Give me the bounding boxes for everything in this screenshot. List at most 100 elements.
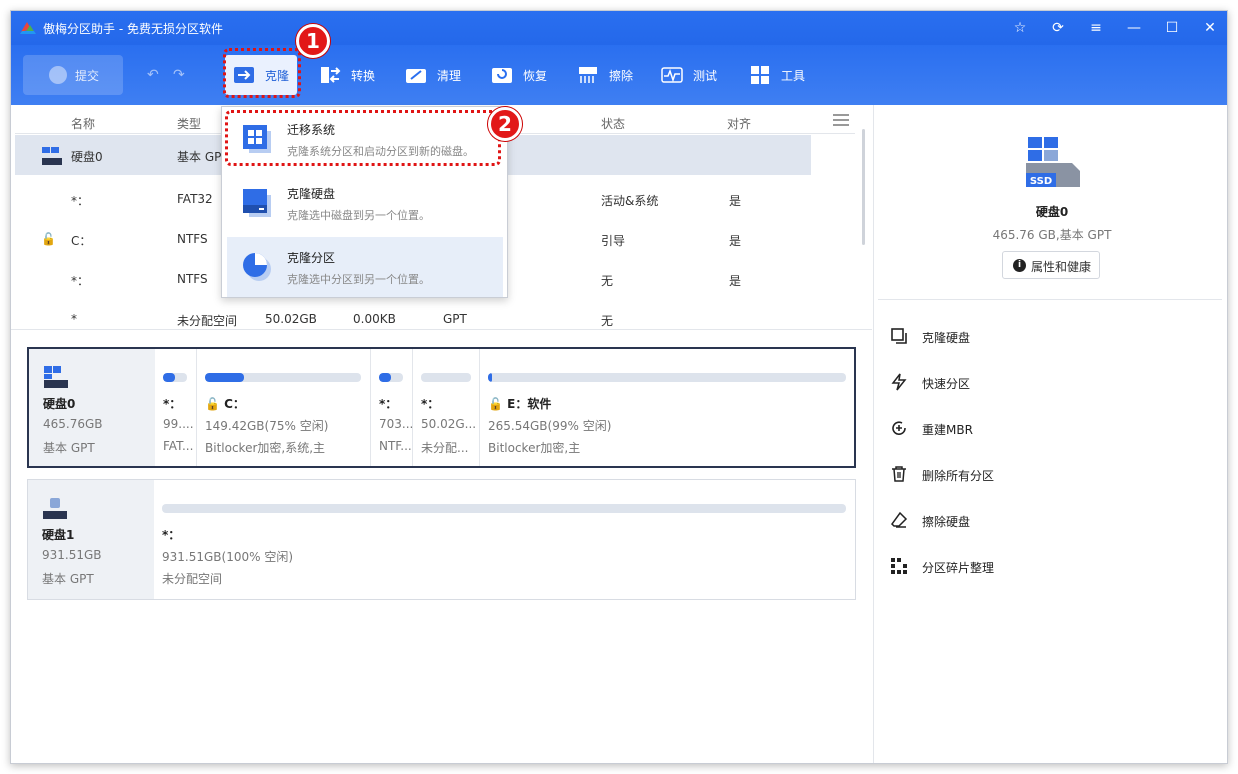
selected-disk-info: 465.76 GB,基本 GPT [992,228,1112,242]
op-wipe-disk[interactable]: 擦除硬盘 [890,505,1210,535]
partition-block[interactable]: 🔓 C： 149.42GB(75% 空闲) Bitlocker加密,系统,主 [197,349,371,466]
ssd-disk-icon [42,147,62,165]
disk-type: 基本 GPT [42,572,94,586]
partition-block[interactable]: *： 703... NTF... [371,349,413,466]
ssd-disk-icon [44,366,68,388]
partition-name-text: E：软件 [507,397,552,411]
op-delete-all-partitions[interactable]: 删除所有分区 [890,459,1210,489]
op-label: 克隆硬盘 [922,331,971,345]
undo-icon[interactable]: ↶ [147,67,159,83]
toolbar-recover[interactable]: 恢复 [491,55,563,95]
wipe-disk-icon [891,511,908,528]
minimize-icon[interactable]: — [1120,17,1148,39]
title-bar: 傲梅分区助手 - 免费无损分区软件 ☆ ⟳ ≡ — ☐ ✕ [11,11,1227,45]
usage-bar [205,373,361,382]
clone-disk-icon [243,189,271,217]
properties-health-button[interactable]: i 属性和健康 [1002,251,1100,279]
col-type[interactable]: 类型 [177,115,201,132]
rebuild-mbr-icon [892,421,906,435]
row-status: 活动&系统 [601,194,659,208]
partition-size: 931.51GB(100% 空闲) [162,550,294,564]
disk-card-0[interactable]: 硬盘0 465.76GB 基本 GPT *： 99.... FAT... 🔓 C… [27,347,856,468]
op-quick-partition[interactable]: 快速分区 [890,367,1210,397]
delete-all-partitions-icon [892,466,906,482]
op-label: 重建MBR [922,423,973,437]
disk-name: 硬盘1 [42,528,75,542]
toolbar-clean[interactable]: 清理 [405,55,477,95]
partition-size: 149.42GB(75% 空闲) [205,419,329,433]
disk-type: 基本 GPT [43,441,95,455]
row-align: 是 [729,194,742,208]
toolbar-wipe[interactable]: 擦除 [577,55,649,95]
info-icon: i [1013,259,1026,272]
menu-item-desc: 克隆选中磁盘到另一个位置。 [287,209,430,222]
partition-block[interactable]: *： 50.02G... 未分配... [413,349,480,466]
submit-button[interactable]: 提交 [23,55,123,95]
op-defrag[interactable]: 分区碎片整理 [890,551,1210,581]
toolbar-tools[interactable]: 工具 [749,55,821,95]
refresh-icon[interactable]: ⟳ [1044,17,1072,39]
row-align: 是 [729,234,742,248]
usage-bar [162,504,846,513]
op-label: 擦除硬盘 [922,515,971,529]
row-type: NTFS [177,232,208,246]
menu-item-clone-partition[interactable]: 克隆分区 克隆选中分区到另一个位置。 [227,237,503,297]
clone-partition-icon [243,253,271,281]
partition-size: 703... [379,417,414,431]
row-used: 0.00KB [353,312,396,326]
maximize-icon[interactable]: ☐ [1158,17,1186,39]
disk-name: 硬盘0 [43,397,76,411]
menu-item-title: 克隆硬盘 [287,187,336,201]
toolbar-convert[interactable]: 转换 [319,55,391,95]
partition-fs: Bitlocker加密,系统,主 [205,441,326,455]
row-status: 无 [601,274,614,288]
toolbar: 提交 ↶ ↷ 克隆 转换 清理 恢复 擦除 测试 工具 [11,45,1227,105]
col-name[interactable]: 名称 [71,115,95,132]
op-label: 删除所有分区 [922,469,995,483]
partition-block[interactable]: *： 931.51GB(100% 空闲) 未分配空间 [154,480,855,599]
row-type: NTFS [177,272,208,286]
partition-name: *： [421,397,440,411]
row-size: 50.02GB [265,312,317,326]
properties-health-label: 属性和健康 [1031,260,1092,274]
partition-name: *： [162,528,181,542]
partition-size: 265.54GB(99% 空闲) [488,419,612,433]
table-row[interactable]: * 未分配空间 50.02GB 0.00KB GPT 无 [15,299,811,339]
tools-icon [751,66,769,84]
redo-icon[interactable]: ↷ [173,67,185,83]
col-align[interactable]: 对齐 [727,115,751,132]
disk-card-1[interactable]: 硬盘1 931.51GB 基本 GPT *： 931.51GB(100% 空闲)… [27,479,856,600]
row-name: C： [71,234,92,248]
highlight-migrate-os [225,110,501,166]
op-rebuild-mbr[interactable]: 重建MBR [890,413,1210,443]
usage-bar [421,373,471,382]
row-type: FAT32 [177,192,213,206]
menu-item-clone-disk[interactable]: 克隆硬盘 克隆选中磁盘到另一个位置。 [227,173,503,233]
usage-bar [379,373,403,382]
toolbar-test[interactable]: 测试 [661,55,733,95]
partition-block[interactable]: 🔓 E：软件 265.54GB(99% 空闲) Bitlocker加密,主 [480,349,856,466]
toolbar-recover-label: 恢复 [523,69,548,83]
table-bottom-divider [11,329,872,330]
partition-size: 99.... [163,417,194,431]
row-name: *： [71,194,90,208]
menu-item-title: 克隆分区 [287,251,336,265]
panel-divider [878,299,1222,300]
clone-disk-icon [891,328,907,344]
close-icon[interactable]: ✕ [1196,17,1224,39]
partition-fs: 未分配... [421,441,469,455]
toolbar-tools-label: 工具 [781,69,806,83]
table-scrollbar[interactable] [862,129,865,245]
ssd-label: SSD [1030,176,1052,187]
col-status[interactable]: 状态 [601,115,625,132]
partition-name: *： [163,397,182,411]
menu-icon[interactable]: ≡ [1082,17,1110,39]
row-fs: GPT [443,312,467,326]
favorite-star-icon[interactable]: ☆ [1006,17,1034,39]
submit-label: 提交 [75,69,100,83]
column-settings-icon[interactable] [833,114,849,126]
op-clone-disk[interactable]: 克隆硬盘 [890,321,1210,351]
partition-block[interactable]: *： 99.... FAT... [155,349,197,466]
op-label: 分区碎片整理 [922,561,995,575]
partition-name-text: C： [224,397,245,411]
